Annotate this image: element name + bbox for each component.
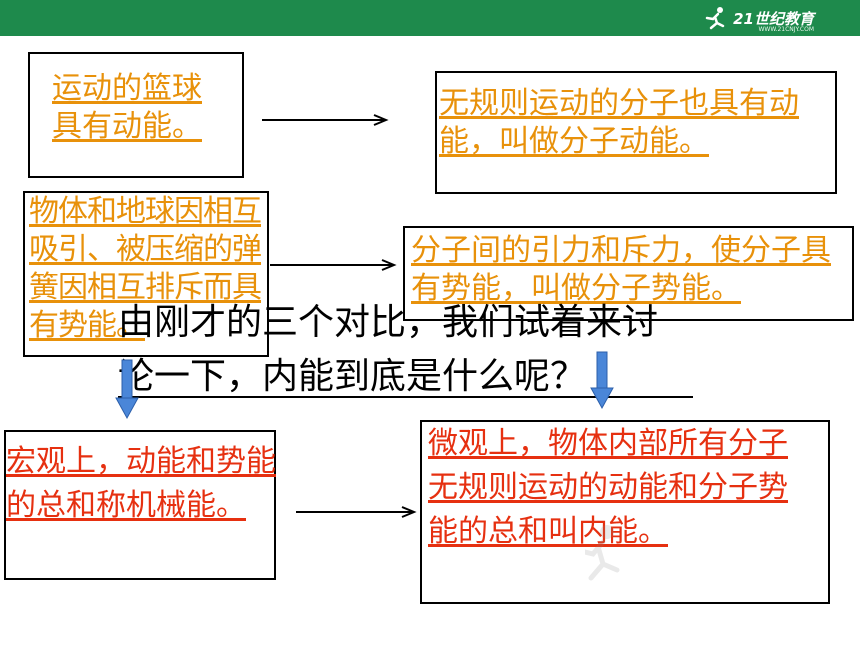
logo-subtext: WWW.21CNJY.COM: [758, 26, 814, 33]
text-macro: 宏观上，动能和势能的总和称机械能。: [6, 444, 276, 523]
text-molecule-kinetic: 无规则运动的分子也具有动能，叫做分子动能。: [439, 86, 799, 159]
logo: 21世纪教育 WWW.21CNJY.COM: [705, 4, 814, 33]
question-line-1: 由刚才的三个对比，我们试着来讨: [118, 302, 659, 343]
runner-icon: [705, 7, 725, 30]
arrow-right-2: [270, 259, 397, 271]
arrow-right-3: [296, 506, 417, 518]
down-arrow-left: [115, 359, 139, 420]
text-ball: 运动的篮球具有动能。: [52, 71, 202, 144]
watermark-logo: [582, 522, 815, 586]
arrow-right-1: [262, 114, 389, 126]
text-molecule-potential: 分子间的引力和斥力，使分子具有势能，叫做分子势能。: [411, 233, 831, 306]
question-line-2: 论一下，内能到底是什么呢？: [118, 356, 587, 397]
box-molecule-kinetic: 无规则运动的分子也具有动能，叫做分子动能。: [435, 71, 837, 194]
watermark-runner-icon: [582, 525, 620, 581]
box-ball: 运动的篮球具有动能。: [28, 52, 244, 178]
header-bar: 21世纪教育 WWW.21CNJY.COM: [0, 0, 860, 36]
box-macro: 宏观上，动能和势能的总和称机械能。: [4, 430, 276, 580]
down-arrow-right: [590, 351, 614, 410]
